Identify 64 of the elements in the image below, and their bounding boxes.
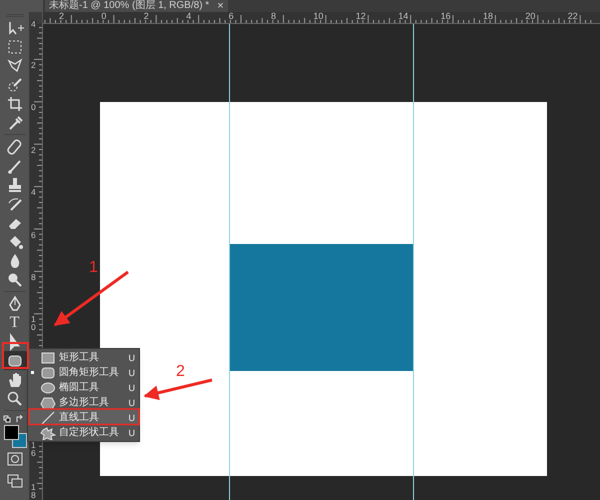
ruler-label: 22 (568, 11, 578, 21)
menu-item[interactable]: 椭圆工具 U (28, 380, 139, 395)
shortcut-key: U (128, 380, 135, 394)
ruler-label: 14 (398, 11, 408, 21)
menu-item[interactable]: 矩形工具 U (28, 350, 139, 365)
ruler-label: 4 (31, 188, 37, 196)
document-title: 未标题-1 @ 100% (图层 1, RGB/8) * (49, 0, 210, 12)
document-tab[interactable]: 未标题-1 @ 100% (图层 1, RGB/8) * × (45, 0, 228, 12)
ruler-label: 4 (186, 11, 192, 21)
ruler-label: 2 (31, 61, 37, 69)
ruler-label: 2 (31, 146, 37, 154)
menu-item-label: 自定形状工具 (59, 426, 120, 440)
ruler-label: 16 (440, 11, 451, 21)
ruler-label: 8 (31, 273, 37, 281)
crop-icon (6, 94, 24, 112)
ruler-label: 0 (31, 103, 37, 112)
menu-item-label: 直线工具 (59, 410, 100, 424)
shortcut-key: U (128, 366, 135, 380)
shortcut-key: U (128, 426, 135, 440)
ruler-label: 10 (313, 11, 324, 21)
quick-mask-icon[interactable] (6, 452, 22, 466)
highlight-frame (2, 342, 29, 369)
close-button[interactable]: × (217, 0, 224, 12)
screen-mode-icon[interactable] (6, 474, 22, 488)
ruler-label: 18 (483, 11, 494, 21)
ruler-label: 8 (271, 11, 276, 21)
puzzle-shape-icon (40, 426, 56, 440)
quick-select-icon (6, 76, 24, 94)
color-swatches-drawing[interactable] (4, 425, 26, 448)
bandage-icon (6, 138, 24, 156)
rounded-rectangle-icon (40, 366, 56, 380)
zoom-icon (6, 390, 24, 408)
ruler-label: 18 (31, 483, 37, 499)
rectangle-icon (40, 350, 56, 364)
annotation-number: 1 (89, 259, 98, 276)
ruler-label: 6 (228, 11, 234, 21)
menu-item[interactable]: 自定形状工具 U (28, 425, 139, 440)
ellipse-icon (40, 380, 56, 394)
ruler-label: 2 (59, 11, 64, 21)
marquee-icon (6, 38, 24, 56)
type-tool-button[interactable]: T (2, 313, 26, 332)
menu-item-label: 椭圆工具 (59, 380, 100, 394)
menu-item[interactable]: 圆角矩形工具 U (28, 365, 139, 380)
line-icon (40, 410, 56, 424)
menu-item[interactable]: 多边形工具 U (28, 395, 139, 410)
annotation-number: 2 (176, 363, 185, 380)
menu-item-label: 圆角矩形工具 (59, 366, 120, 380)
magnifier-icon (6, 270, 24, 288)
swap-colors-icon[interactable] (2, 415, 26, 424)
ruler-label: 10 (31, 315, 37, 332)
shortcut-key: U (128, 410, 135, 424)
shortcut-key: U (128, 350, 135, 364)
shortcut-key: U (128, 396, 135, 410)
menu-item-label: 矩形工具 (59, 350, 100, 364)
ruler-label: 20 (525, 11, 536, 21)
ruler-label: 0 (101, 11, 106, 21)
menu-item-label: 多边形工具 (59, 396, 110, 410)
ruler-label: 4 (31, 20, 37, 28)
menu-item[interactable]: 直线工具 U (28, 410, 139, 425)
annotation-arrow (144, 378, 212, 400)
ruler-label: 12 (356, 11, 366, 21)
ruler-label: 6 (31, 230, 37, 239)
ruler-label: 2 (144, 11, 149, 21)
lasso-icon (6, 56, 24, 74)
